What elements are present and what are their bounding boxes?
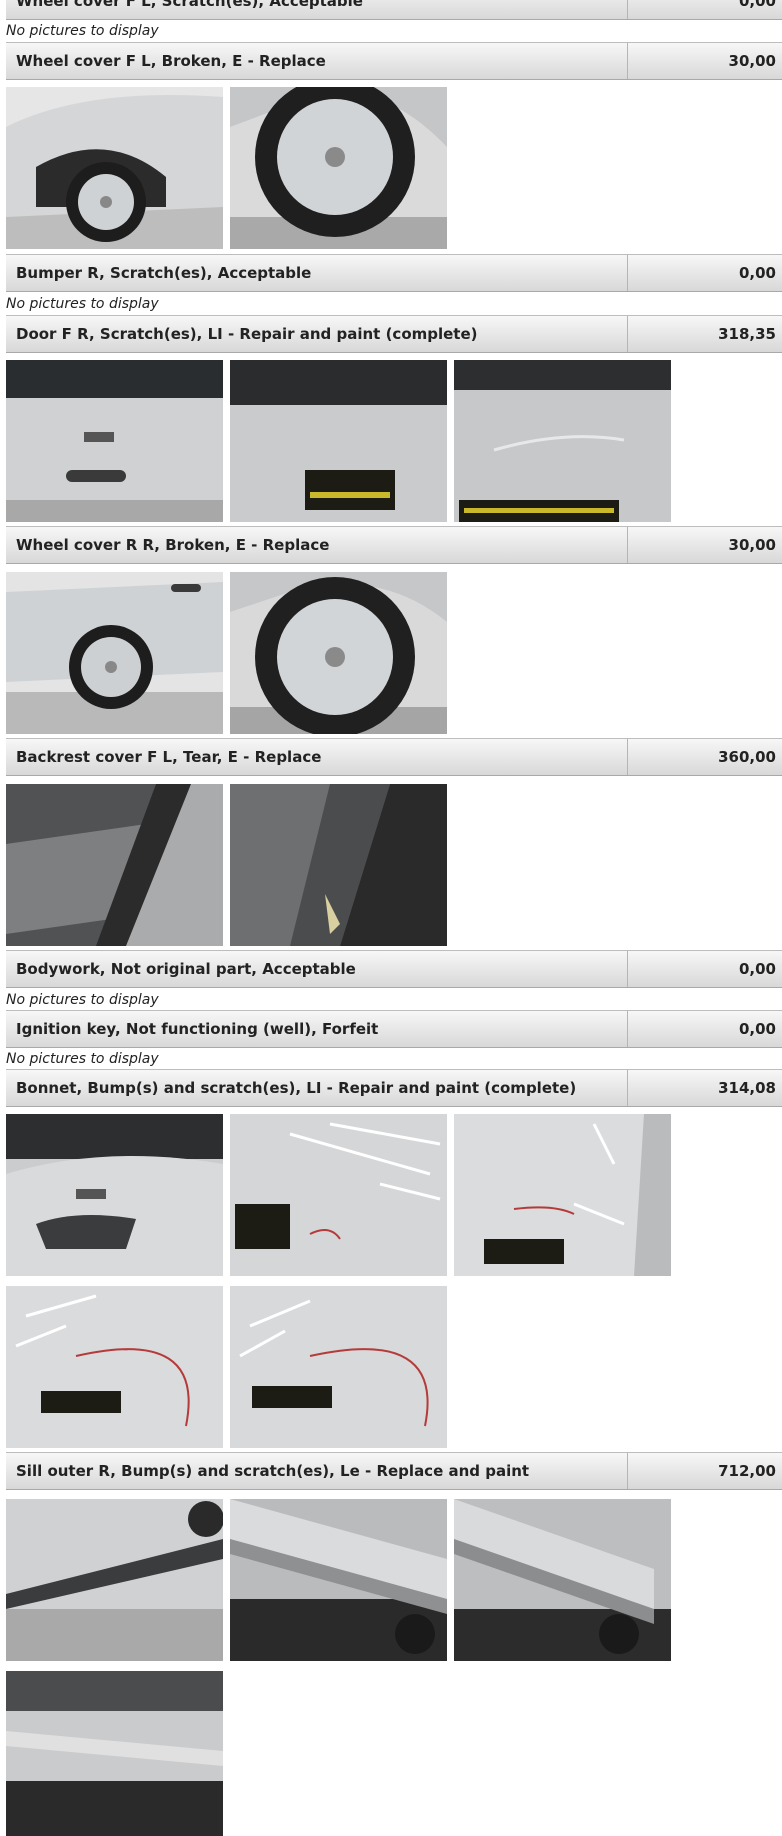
damage-amount: 360,00 (718, 748, 776, 766)
damage-row: Wheel cover R R, Broken, E - Replace 30,… (6, 526, 782, 564)
no-pictures-text: No pictures to display (6, 992, 159, 1008)
damage-photo[interactable] (6, 572, 223, 734)
damage-description: Door F R, Scratch(es), LI - Repair and p… (6, 316, 628, 352)
damage-row: Bumper R, Scratch(es), Acceptable 0,00 (6, 254, 782, 292)
damage-amount: 30,00 (728, 536, 776, 554)
damage-description: Bonnet, Bump(s) and scratch(es), LI - Re… (6, 1070, 628, 1106)
damage-description: Wheel cover F L, Scratch(es), Acceptable (6, 0, 628, 19)
damage-row: Door F R, Scratch(es), LI - Repair and p… (6, 315, 782, 353)
damage-amount: 0,00 (738, 960, 776, 978)
damage-amount: 318,35 (718, 325, 776, 343)
damage-amount: 0,00 (738, 1020, 776, 1038)
damage-amount: 314,08 (718, 1079, 776, 1097)
damage-row: Ignition key, Not functioning (well), Fo… (6, 1010, 782, 1048)
damage-photo[interactable] (230, 1499, 447, 1661)
damage-description: Ignition key, Not functioning (well), Fo… (6, 1011, 628, 1047)
damage-row: Bonnet, Bump(s) and scratch(es), LI - Re… (6, 1069, 782, 1107)
damage-photo[interactable] (454, 1499, 671, 1661)
damage-row: Wheel cover F L, Scratch(es), Acceptable… (6, 0, 782, 20)
damage-amount: 30,00 (728, 52, 776, 70)
damage-description: Wheel cover F L, Broken, E - Replace (6, 43, 628, 79)
damage-description: Sill outer R, Bump(s) and scratch(es), L… (6, 1453, 628, 1489)
damage-row: Wheel cover F L, Broken, E - Replace 30,… (6, 42, 782, 80)
no-pictures-text: No pictures to display (6, 23, 159, 39)
damage-photo[interactable] (6, 1114, 223, 1276)
damage-photo[interactable] (230, 360, 447, 522)
damage-photo[interactable] (6, 784, 223, 946)
damage-description: Bodywork, Not original part, Acceptable (6, 951, 628, 987)
damage-photo[interactable] (6, 360, 223, 522)
damage-photo[interactable] (230, 784, 447, 946)
damage-photo[interactable] (230, 1114, 447, 1276)
damage-description: Wheel cover R R, Broken, E - Replace (6, 527, 628, 563)
damage-photo[interactable] (454, 360, 671, 522)
damage-photo[interactable] (6, 1671, 223, 1836)
damage-description: Bumper R, Scratch(es), Acceptable (6, 255, 628, 291)
damage-photo[interactable] (6, 1286, 223, 1448)
damage-description: Backrest cover F L, Tear, E - Replace (6, 739, 628, 775)
damage-photo[interactable] (230, 87, 447, 249)
damage-photo[interactable] (6, 1499, 223, 1661)
damage-photo[interactable] (230, 1286, 447, 1448)
no-pictures-text: No pictures to display (6, 1051, 159, 1067)
no-pictures-text: No pictures to display (6, 296, 159, 312)
damage-photo[interactable] (6, 87, 223, 249)
damage-amount: 0,00 (738, 264, 776, 282)
damage-row: Sill outer R, Bump(s) and scratch(es), L… (6, 1452, 782, 1490)
damage-row: Bodywork, Not original part, Acceptable … (6, 950, 782, 988)
damage-photo[interactable] (230, 572, 447, 734)
damage-amount: 0,00 (738, 0, 776, 10)
damage-photo[interactable] (454, 1114, 671, 1276)
damage-row: Backrest cover F L, Tear, E - Replace 36… (6, 738, 782, 776)
damage-amount: 712,00 (718, 1462, 776, 1480)
